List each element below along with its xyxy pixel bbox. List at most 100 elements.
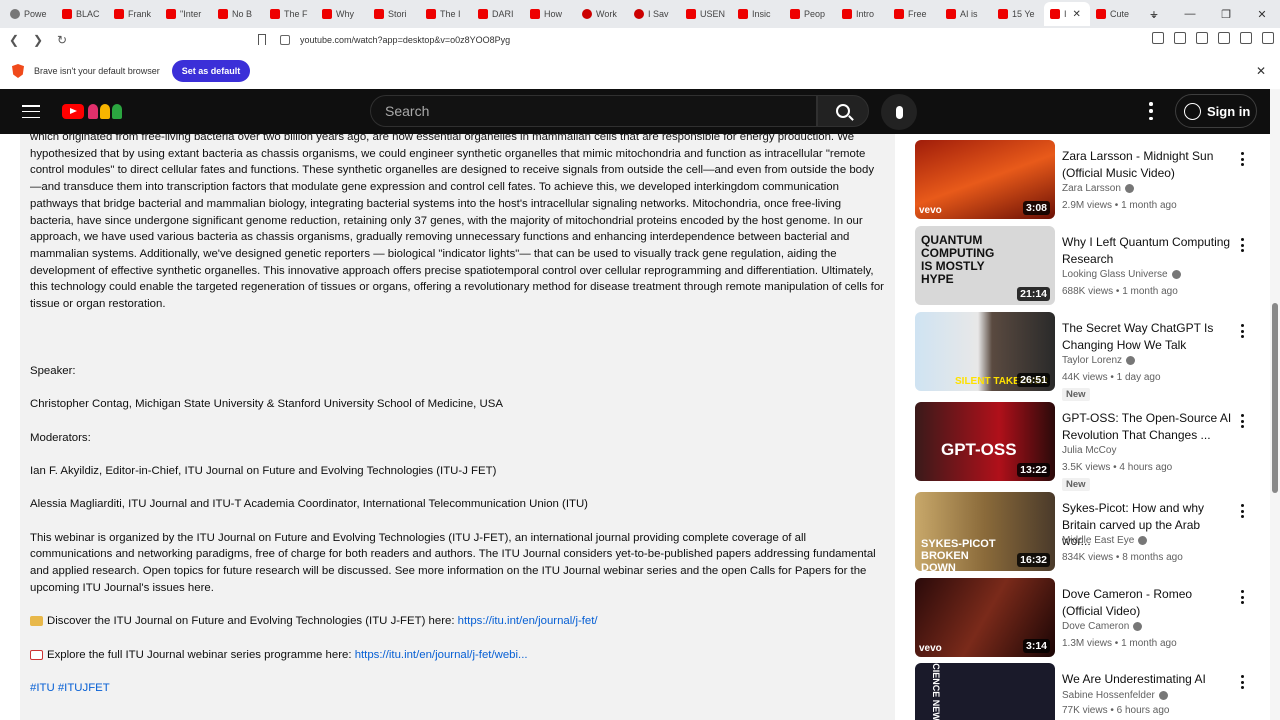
video-card[interactable]: SCIENCE NEWS We Are Underestimating AI S… [915, 663, 1255, 720]
browser-tab[interactable]: Powe [4, 2, 56, 26]
minimize-icon[interactable]: — [1172, 0, 1208, 28]
channel-name[interactable]: Zara Larsson [1062, 183, 1134, 194]
browser-tab[interactable]: Cute [1090, 2, 1142, 26]
verified-icon [1124, 184, 1134, 193]
video-card[interactable]: vevo 3:14 Dove Cameron - Romeo (Official… [915, 578, 1255, 658]
video-title[interactable]: Why I Left Quantum Computing Research [1062, 234, 1232, 267]
youtube-favicon-icon [998, 9, 1008, 19]
hashtags: #ITU #ITUJFET [20, 680, 895, 697]
video-title[interactable]: We Are Underestimating AI [1062, 671, 1232, 688]
browser-tab[interactable]: The I [420, 2, 472, 26]
browser-tab[interactable]: 15 Ye [992, 2, 1044, 26]
tab-search-icon[interactable]: ⌄ [1136, 0, 1172, 28]
page-scrollbar[interactable] [1270, 89, 1280, 720]
channel-name[interactable]: Dove Cameron [1062, 621, 1143, 632]
channel-name[interactable]: Sabine Hossenfelder [1062, 690, 1168, 701]
browser-tab[interactable]: USEN [680, 2, 732, 26]
channel-name[interactable]: Julia McCoy [1062, 445, 1116, 456]
search-input[interactable]: Search [370, 95, 817, 127]
video-menu-icon[interactable] [1241, 152, 1245, 166]
extension-icon[interactable] [1152, 32, 1164, 44]
browser-tab[interactable]: Stori [368, 2, 420, 26]
restore-icon[interactable]: ❐ [1208, 0, 1244, 28]
browser-toolbar: ❮ ❯ ↻ youtube.com/watch?app=desktop&v=o0… [0, 28, 1280, 52]
journal-link[interactable]: https://itu.int/en/journal/j-fet/ [458, 615, 598, 627]
browser-tab[interactable]: "Inter [160, 2, 212, 26]
settings-menu-icon[interactable] [1145, 102, 1157, 120]
hashtag-link[interactable]: #ITU #ITUJFET [30, 682, 110, 694]
video-menu-icon[interactable] [1241, 675, 1245, 689]
bookmark-icon[interactable] [258, 34, 266, 45]
sign-in-button[interactable]: Sign in [1175, 94, 1257, 128]
youtube-favicon-icon [374, 9, 384, 19]
sidebar-icon[interactable] [1174, 32, 1186, 44]
youtube-favicon-icon [842, 9, 852, 19]
browser-tab[interactable]: Peop [784, 2, 836, 26]
video-card[interactable]: GPT-OSS 13:22 GPT-OSS: The Open-Source A… [915, 402, 1255, 491]
video-meta: 1.3M views • 1 month ago [1062, 638, 1177, 649]
video-title[interactable]: Zara Larsson - Midnight Sun (Official Mu… [1062, 148, 1232, 181]
site-info-icon[interactable] [280, 35, 290, 45]
set-default-button[interactable]: Set as default [171, 60, 251, 82]
discover-line: Discover the ITU Journal on Future and E… [20, 613, 895, 630]
video-menu-icon[interactable] [1241, 324, 1245, 338]
menu-icon[interactable] [1262, 32, 1274, 44]
browser-tab[interactable]: BLAC [56, 2, 108, 26]
leo-icon[interactable] [1218, 32, 1230, 44]
channel-name[interactable]: Taylor Lorenz [1062, 355, 1136, 366]
scrollbar-thumb[interactable] [1272, 303, 1278, 493]
reload-icon[interactable]: ↻ [52, 30, 72, 50]
browser-tab[interactable]: DARI [472, 2, 524, 26]
video-thumbnail[interactable]: SILENT TAKEOVER 26:51 [915, 312, 1055, 391]
video-card[interactable]: vevo 3:08 Zara Larsson - Midnight Sun (O… [915, 140, 1255, 220]
hamburger-menu-icon[interactable] [22, 105, 40, 118]
video-card[interactable]: QUANTUM COMPUTING IS MOSTLY HYPE 21:14 W… [915, 226, 1255, 306]
back-icon[interactable]: ❮ [4, 30, 24, 50]
browser-tab[interactable]: Insic [732, 2, 784, 26]
youtube-doodle-icon[interactable] [88, 104, 122, 119]
video-title[interactable]: GPT-OSS: The Open-Source AI Revolution T… [1062, 410, 1232, 443]
video-thumbnail[interactable]: GPT-OSS 13:22 [915, 402, 1055, 481]
video-thumbnail[interactable]: vevo 3:08 [915, 140, 1055, 219]
video-thumbnail[interactable]: SYKES-PICOT BROKEN DOWN 16:32 [915, 492, 1055, 571]
video-menu-icon[interactable] [1241, 238, 1245, 252]
video-thumbnail[interactable]: SCIENCE NEWS [915, 663, 1055, 720]
browser-tab[interactable]: I Sav [628, 2, 680, 26]
browser-tab[interactable]: Work [576, 2, 628, 26]
browser-tab[interactable]: Intro [836, 2, 888, 26]
address-bar[interactable]: youtube.com/watch?app=desktop&v=o0z8YOO8… [280, 30, 990, 50]
channel-name[interactable]: Middle East Eye [1062, 535, 1148, 546]
browser-tab[interactable]: How [524, 2, 576, 26]
youtube-logo-icon[interactable] [62, 104, 84, 119]
video-card[interactable]: SYKES-PICOT BROKEN DOWN 16:32 Sykes-Pico… [915, 492, 1255, 572]
search-button[interactable] [817, 95, 869, 127]
browser-tab[interactable]: No B [212, 2, 264, 26]
channel-name[interactable]: Looking Glass Universe [1062, 269, 1181, 280]
browser-tab[interactable]: The F [264, 2, 316, 26]
moderator-text: Alessia Magliarditi, ITU Journal and ITU… [30, 498, 588, 511]
video-menu-icon[interactable] [1241, 590, 1245, 604]
vpn-icon[interactable] [1240, 32, 1252, 44]
video-card[interactable]: SILENT TAKEOVER 26:51 The Secret Way Cha… [915, 312, 1255, 401]
browser-tab[interactable]: Why [316, 2, 368, 26]
video-title[interactable]: The Secret Way ChatGPT Is Changing How W… [1062, 320, 1232, 353]
close-infobar-icon[interactable]: ✕ [1256, 64, 1266, 78]
video-title[interactable]: Dove Cameron - Romeo (Official Video) [1062, 586, 1232, 619]
browser-tab[interactable]: Free [888, 2, 940, 26]
wallet-icon[interactable] [1196, 32, 1208, 44]
close-tab-icon[interactable]: ✕ [1073, 9, 1081, 20]
video-menu-icon[interactable] [1241, 414, 1245, 428]
browser-tab[interactable]: AI is [940, 2, 992, 26]
pointing-hand-icon [30, 616, 43, 627]
forward-icon[interactable]: ❯ [28, 30, 48, 50]
video-menu-icon[interactable] [1241, 504, 1245, 518]
video-thumbnail[interactable]: vevo 3:14 [915, 578, 1055, 657]
video-thumbnail[interactable]: QUANTUM COMPUTING IS MOSTLY HYPE 21:14 [915, 226, 1055, 305]
tab-favicon-icon [634, 9, 644, 19]
close-window-icon[interactable]: ✕ [1244, 0, 1280, 28]
browser-tab[interactable]: Frank [108, 2, 160, 26]
voice-search-button[interactable] [881, 94, 917, 130]
browser-tab-active[interactable]: I ✕ [1044, 2, 1090, 26]
youtube-favicon-icon [166, 9, 176, 19]
webinar-link[interactable]: https://itu.int/en/journal/j-fet/webi... [355, 649, 528, 661]
